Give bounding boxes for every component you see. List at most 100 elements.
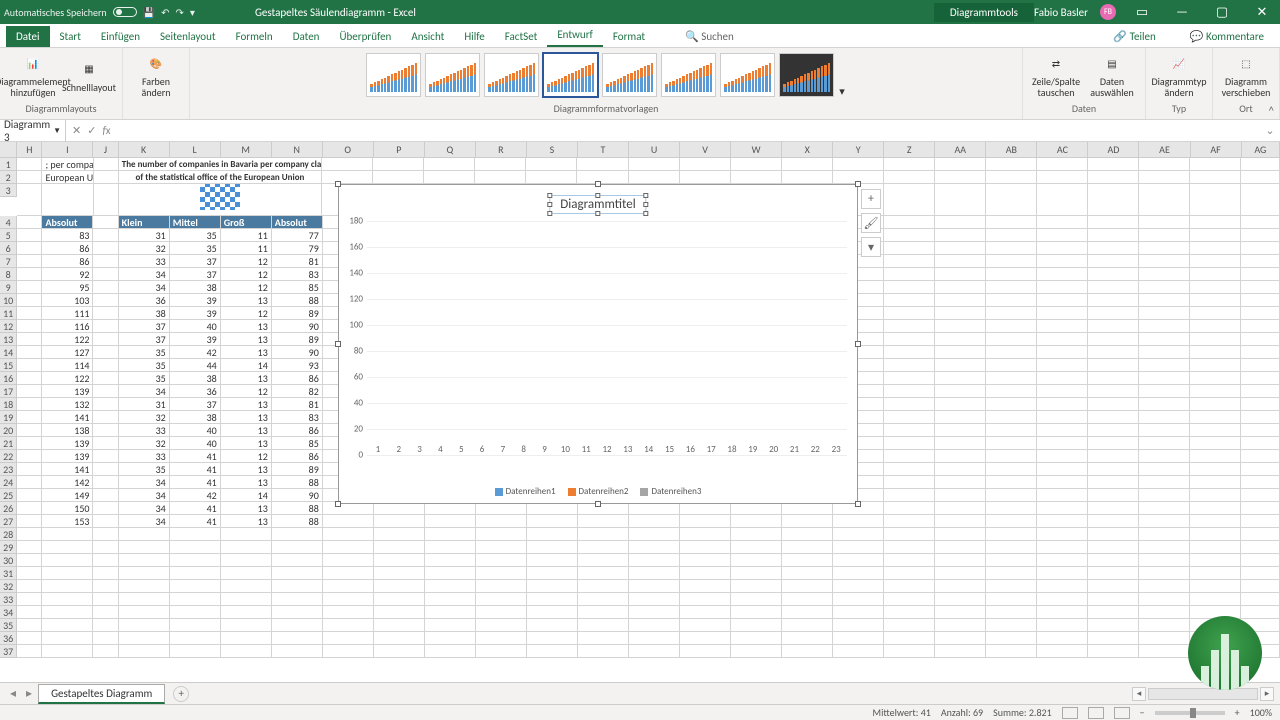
cell[interactable] (1190, 502, 1241, 515)
cell[interactable] (374, 632, 425, 645)
cell[interactable]: 85 (272, 281, 323, 294)
cell[interactable] (884, 184, 935, 216)
row-header[interactable]: 35 (0, 619, 17, 632)
cell[interactable] (986, 411, 1037, 424)
cell[interactable] (935, 385, 986, 398)
resize-handle[interactable] (855, 341, 861, 347)
cell[interactable] (680, 645, 731, 658)
column-header[interactable]: T (578, 142, 629, 158)
cell[interactable] (833, 593, 884, 606)
cell[interactable]: 13 (221, 476, 272, 489)
cell[interactable] (170, 632, 221, 645)
bar[interactable]: 9 (536, 441, 554, 455)
cell[interactable]: 38 (170, 411, 221, 424)
cell[interactable] (119, 632, 170, 645)
cell[interactable] (578, 632, 629, 645)
cell[interactable] (476, 580, 527, 593)
cell[interactable] (221, 606, 272, 619)
row-header[interactable]: 22 (0, 450, 17, 463)
cell[interactable] (1190, 450, 1241, 463)
view-normal-icon[interactable] (1062, 707, 1078, 719)
cell[interactable] (1139, 567, 1190, 580)
bar[interactable]: 11 (577, 441, 595, 455)
cell[interactable] (935, 541, 986, 554)
cell[interactable] (1088, 515, 1139, 528)
cell[interactable] (17, 242, 42, 255)
cell[interactable] (731, 528, 782, 541)
cell[interactable] (986, 359, 1037, 372)
cell[interactable] (1139, 554, 1190, 567)
cell[interactable] (17, 645, 42, 658)
row-header[interactable]: 15 (0, 359, 17, 372)
bar[interactable]: 7 (494, 441, 512, 455)
cell[interactable] (93, 268, 118, 281)
row-header[interactable]: 31 (0, 567, 17, 580)
row-header[interactable]: 4 (0, 216, 17, 229)
cell[interactable] (374, 541, 425, 554)
cell[interactable] (1037, 281, 1088, 294)
row-header[interactable]: 20 (0, 424, 17, 437)
cell[interactable]: 95 (42, 281, 93, 294)
column-header[interactable]: R (476, 142, 527, 158)
cell[interactable] (1088, 320, 1139, 333)
cell[interactable] (986, 463, 1037, 476)
cell[interactable] (578, 528, 629, 541)
cell[interactable] (884, 398, 935, 411)
comments-button[interactable]: 💬 Kommentare (1180, 26, 1274, 47)
cell[interactable] (884, 450, 935, 463)
cell[interactable] (1037, 255, 1088, 268)
cell[interactable] (1139, 385, 1190, 398)
cell[interactable] (170, 619, 221, 632)
cell[interactable] (986, 333, 1037, 346)
cell[interactable] (680, 580, 731, 593)
cell[interactable]: 34 (119, 515, 170, 528)
cell[interactable] (986, 307, 1037, 320)
cell[interactable] (1139, 359, 1190, 372)
cell[interactable] (935, 268, 986, 281)
cell[interactable] (1241, 463, 1280, 476)
cell[interactable] (42, 606, 93, 619)
column-header[interactable]: O (323, 142, 374, 158)
cell[interactable] (1088, 372, 1139, 385)
cell[interactable] (93, 463, 118, 476)
cell[interactable] (1139, 255, 1190, 268)
cell[interactable] (1190, 229, 1241, 242)
cell[interactable] (1088, 541, 1139, 554)
cell[interactable] (374, 619, 425, 632)
cell[interactable] (17, 424, 42, 437)
cell[interactable]: 33 (119, 255, 170, 268)
cell[interactable] (1139, 398, 1190, 411)
cell[interactable] (93, 580, 118, 593)
cell[interactable]: 40 (170, 437, 221, 450)
cell[interactable]: Absolut (42, 216, 93, 229)
column-header[interactable]: Z (884, 142, 935, 158)
cell[interactable]: 132 (42, 398, 93, 411)
expand-formula-bar-icon[interactable]: ⌄ (1260, 124, 1280, 137)
cell[interactable] (1088, 398, 1139, 411)
row-header[interactable]: 27 (0, 515, 17, 528)
cell[interactable] (986, 606, 1037, 619)
column-header[interactable]: AB (986, 142, 1037, 158)
cell[interactable] (374, 554, 425, 567)
row-header[interactable]: 17 (0, 385, 17, 398)
cell[interactable] (1190, 184, 1241, 216)
row-header[interactable]: 13 (0, 333, 17, 346)
select-data-button[interactable]: ▤Daten auswählen (1085, 52, 1139, 98)
chart-elements-button[interactable]: + (861, 189, 881, 209)
cell[interactable] (1088, 632, 1139, 645)
cell[interactable] (1139, 229, 1190, 242)
tab-einfügen[interactable]: Einfügen (91, 26, 150, 47)
cell[interactable] (17, 580, 42, 593)
bar[interactable]: 15 (661, 441, 679, 455)
cell[interactable] (680, 554, 731, 567)
cell[interactable] (119, 580, 170, 593)
cell[interactable] (629, 632, 680, 645)
cell[interactable]: 36 (170, 385, 221, 398)
cell[interactable]: 86 (42, 242, 93, 255)
cell[interactable] (1241, 242, 1280, 255)
cell[interactable] (94, 158, 119, 171)
cell[interactable] (986, 184, 1037, 216)
zoom-slider[interactable] (1155, 711, 1225, 715)
cell[interactable] (884, 567, 935, 580)
bar[interactable]: 14 (640, 441, 658, 455)
